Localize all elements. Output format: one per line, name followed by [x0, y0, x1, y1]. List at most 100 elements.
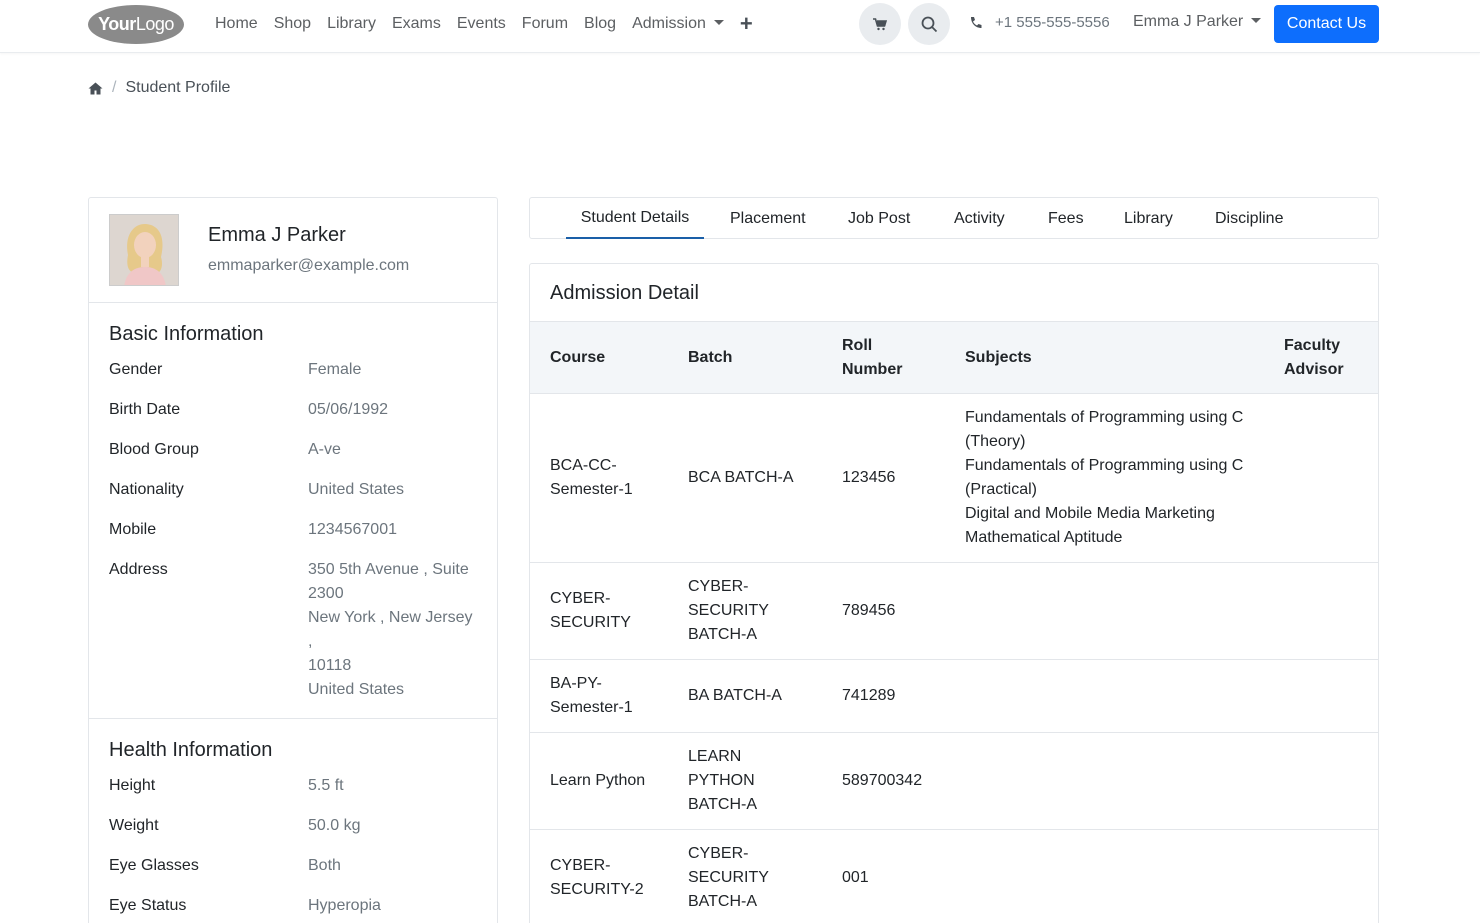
cell-batch: CYBER- SECURITY BATCH-A: [688, 845, 769, 910]
nav-shop[interactable]: Shop: [266, 15, 319, 33]
chevron-down-icon: [713, 19, 724, 25]
cell-course: BA-PY- Semester-1: [550, 675, 633, 716]
tab-activity[interactable]: Activity: [954, 198, 1005, 239]
info-value: 50.0 kg: [308, 817, 361, 834]
info-label: Weight: [109, 817, 159, 834]
phone-link[interactable]: +1 555-555-5556: [969, 14, 1110, 31]
tab-student-details[interactable]: Student Details: [566, 198, 704, 239]
cell-batch: BCA BATCH-A: [688, 469, 794, 486]
tab-fees[interactable]: Fees: [1048, 198, 1084, 239]
breadcrumb: / Student Profile: [88, 79, 230, 97]
search-button[interactable]: [908, 3, 950, 45]
info-row-eye-glasses: Eye Glasses Both: [109, 854, 477, 878]
logo-text-bold: Your: [98, 14, 136, 34]
column-header-subjects: Subjects: [965, 349, 1032, 366]
cart-icon: [873, 17, 887, 30]
nav-forum[interactable]: Forum: [514, 15, 576, 33]
info-value: 350 5th Avenue , Suite 2300 New York , N…: [308, 561, 473, 698]
info-row-weight: Weight 50.0 kg: [109, 814, 477, 838]
cell-batch: BA BATCH-A: [688, 687, 782, 704]
info-row-nationality: Nationality United States: [109, 478, 477, 502]
info-label: Eye Status: [109, 897, 187, 914]
column-header-roll-number: Roll Number: [842, 337, 903, 378]
column-header-faculty-advisor: Faculty Advisor: [1284, 337, 1344, 378]
info-label: Eye Glasses: [109, 857, 199, 874]
nav-events[interactable]: Events: [449, 15, 514, 33]
nav-library[interactable]: Library: [319, 15, 384, 33]
section-title: Basic Information: [109, 323, 264, 345]
nav-admission-label: Admission: [632, 14, 706, 32]
user-name: Emma J Parker: [1133, 13, 1244, 30]
info-row-gender: Gender Female: [109, 358, 477, 382]
profile-header: Emma J Parker emmaparker@example.com: [89, 198, 497, 303]
info-label: Birth Date: [109, 401, 181, 418]
phone-icon: [971, 16, 982, 28]
profile-email: emmaparker@example.com: [208, 257, 410, 274]
cart-button[interactable]: [859, 3, 901, 45]
info-row-height: Height 5.5 ft: [109, 774, 477, 798]
table-row: BCA-CC- Semester-1 BCA BATCH-A 123456 Fu…: [530, 394, 1378, 563]
home-icon[interactable]: [88, 82, 103, 95]
info-row-mobile: Mobile 1234567001: [109, 518, 477, 542]
info-row-blood-group: Blood Group A-ve: [109, 438, 477, 462]
info-row-eye-status: Eye Status Hyperopia: [109, 894, 477, 918]
tab-library[interactable]: Library: [1124, 198, 1173, 239]
top-navbar: Your Logo Home Shop Library Exams Events …: [0, 0, 1480, 53]
info-value: 5.5 ft: [308, 777, 344, 794]
table-row: BA-PY- Semester-1 BA BATCH-A 741289: [530, 660, 1378, 733]
info-row-address: Address 350 5th Avenue , Suite 2300 New …: [109, 558, 477, 702]
site-logo[interactable]: Your Logo: [88, 5, 184, 44]
profile-name: Emma J Parker: [208, 224, 346, 246]
plus-icon[interactable]: +: [732, 12, 761, 35]
search-icon: [921, 16, 937, 32]
nav-home[interactable]: Home: [207, 15, 266, 33]
tab-placement[interactable]: Placement: [730, 198, 806, 239]
section-title: Health Information: [109, 739, 273, 761]
table-row: CYBER- SECURITY CYBER- SECURITY BATCH-A …: [530, 563, 1378, 660]
nav-exams[interactable]: Exams: [384, 15, 449, 33]
contact-us-button[interactable]: Contact Us: [1274, 5, 1379, 43]
admission-detail-card: Admission Detail Course Batch Roll Numbe…: [529, 263, 1379, 923]
info-value: Hyperopia: [308, 897, 381, 914]
column-header-course: Course: [550, 349, 606, 366]
basic-information-section: Basic Information Gender Female Birth Da…: [89, 303, 497, 702]
info-label: Mobile: [109, 521, 157, 538]
info-label: Blood Group: [109, 441, 199, 458]
cell-roll-number: 123456: [842, 469, 896, 486]
tab-discipline[interactable]: Discipline: [1215, 198, 1283, 239]
cell-course: CYBER- SECURITY-2: [550, 857, 644, 898]
user-menu-dropdown[interactable]: Emma J Parker: [1133, 13, 1262, 31]
cell-course: BCA-CC- Semester-1: [550, 457, 633, 498]
table-header: Course Batch Roll Number Subjects Facult…: [530, 321, 1378, 394]
logo-text: Logo: [135, 14, 175, 34]
table-row: CYBER- SECURITY-2 CYBER- SECURITY BATCH-…: [530, 830, 1378, 923]
column-header-batch: Batch: [688, 349, 733, 366]
cell-roll-number: 589700342: [842, 772, 923, 789]
info-label: Height: [109, 777, 156, 794]
tab-job-post[interactable]: Job Post: [848, 198, 910, 239]
nav-blog[interactable]: Blog: [576, 15, 624, 33]
cell-course: Learn Python: [550, 772, 646, 789]
cell-course: CYBER- SECURITY: [550, 590, 631, 631]
info-row-birth-date: Birth Date 05/06/1992: [109, 398, 477, 422]
cell-batch: CYBER- SECURITY BATCH-A: [688, 578, 769, 643]
table-row: Learn Python LEARN PYTHON BATCH-A 589700…: [530, 733, 1378, 830]
profile-card: Emma J Parker emmaparker@example.com Bas…: [88, 197, 498, 923]
info-label: Nationality: [109, 481, 184, 498]
chevron-down-icon: [1251, 18, 1262, 23]
info-value: Both: [308, 857, 341, 874]
profile-tabs: Student Details Placement Job Post Activ…: [529, 197, 1379, 239]
cell-roll-number: 789456: [842, 602, 896, 619]
info-value: United States: [308, 481, 405, 498]
breadcrumb-current: Student Profile: [125, 79, 231, 96]
cell-batch: LEARN PYTHON BATCH-A: [688, 748, 758, 813]
info-label: Gender: [109, 361, 163, 378]
main-nav: Home Shop Library Exams Events Forum Blo…: [207, 0, 761, 47]
nav-admission-dropdown[interactable]: Admission: [624, 15, 732, 33]
info-value: 05/06/1992: [308, 401, 389, 418]
admission-title: Admission Detail: [550, 282, 699, 304]
health-information-section: Health Information Height 5.5 ft Weight …: [89, 719, 497, 918]
info-value: 1234567001: [308, 521, 397, 538]
cell-roll-number: 741289: [842, 687, 896, 704]
cell-roll-number: 001: [842, 869, 869, 886]
